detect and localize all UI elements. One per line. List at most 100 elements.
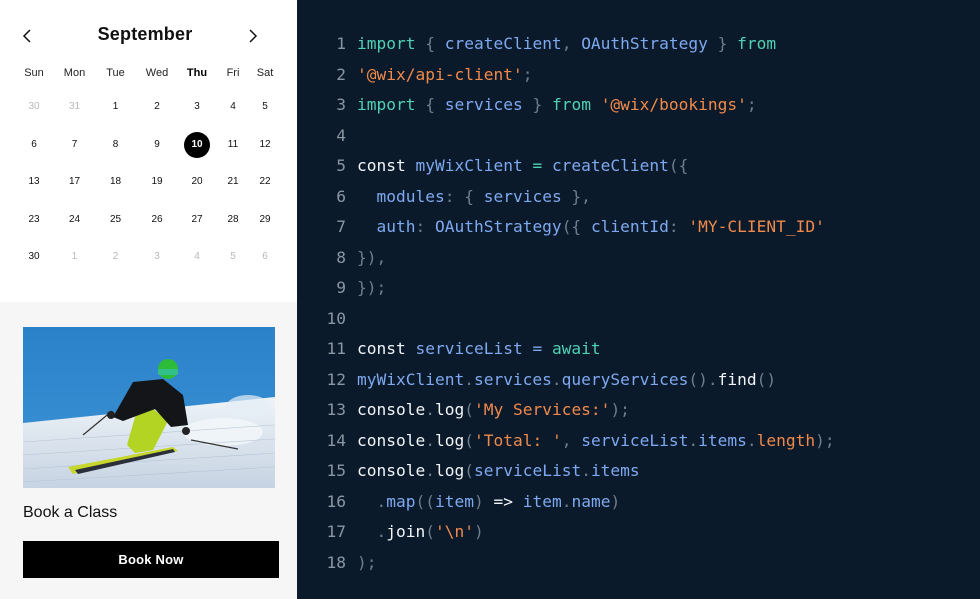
- code-token: log: [434, 461, 465, 480]
- calendar-day[interactable]: 1: [95, 94, 136, 120]
- calendar-day[interactable]: 4: [178, 244, 216, 270]
- calendar-day[interactable]: 31: [54, 94, 95, 120]
- class-photo: [23, 327, 275, 488]
- calendar-day[interactable]: 21: [216, 169, 250, 195]
- calendar-day-number: 30: [28, 101, 40, 112]
- calendar-day[interactable]: 5: [216, 244, 250, 270]
- code-token: 'My Services:': [473, 400, 611, 419]
- calendar-day[interactable]: 9: [136, 132, 178, 158]
- calendar-day[interactable]: 8: [95, 132, 136, 158]
- code-token: .: [464, 369, 474, 389]
- calendar-day-number: 18: [109, 176, 122, 187]
- code-token: (: [425, 522, 435, 541]
- calendar-day[interactable]: 25: [95, 207, 136, 233]
- calendar-day[interactable]: 28: [216, 207, 250, 233]
- calendar-day-number: 30: [28, 251, 40, 262]
- calendar-day[interactable]: 30: [14, 244, 54, 270]
- code-token: auth: [376, 217, 416, 236]
- calendar-day[interactable]: 4: [216, 94, 250, 120]
- calendar-day[interactable]: 26: [136, 207, 178, 233]
- code-token: .: [581, 461, 591, 480]
- code-token: );: [815, 430, 835, 450]
- calendar-day[interactable]: 5: [250, 94, 280, 120]
- line-number: 2: [336, 64, 346, 84]
- line-number: 4: [336, 125, 346, 145]
- code-token: (: [464, 430, 474, 450]
- calendar-day[interactable]: 23: [14, 207, 54, 233]
- calendar-day-number: 1: [71, 251, 78, 262]
- calendar-day[interactable]: 17: [54, 169, 95, 195]
- code-token: serviceList: [415, 339, 523, 358]
- line-number: 9: [336, 278, 346, 297]
- weekday-header-row: Sun Mon Tue Wed Thu Fri Sat: [14, 67, 280, 83]
- code-token: ): [473, 522, 484, 541]
- book-now-button[interactable]: Book Now: [23, 541, 279, 578]
- calendar-day-number: 2: [112, 251, 119, 262]
- code-token: items: [590, 461, 640, 480]
- calendar-day[interactable]: 27: [178, 207, 216, 233]
- code-token: (): [756, 369, 777, 389]
- code-token: :: [415, 217, 435, 236]
- calendar-day[interactable]: 3: [178, 94, 216, 120]
- code-token: item: [435, 491, 474, 511]
- code-token: services: [483, 186, 562, 206]
- calendar-day[interactable]: 30: [14, 94, 54, 120]
- calendar-day[interactable]: 6: [250, 244, 280, 270]
- next-month-button[interactable]: [241, 22, 265, 50]
- code-token: .: [357, 522, 387, 541]
- code-token: length: [756, 430, 816, 450]
- code-token: name: [571, 491, 611, 511]
- code-token: item: [522, 491, 562, 511]
- code-token: .: [425, 400, 435, 419]
- code-token: .: [746, 430, 757, 450]
- calendar-day[interactable]: 18: [95, 169, 136, 195]
- calendar-day[interactable]: 19: [136, 169, 178, 195]
- code-token: =: [532, 156, 543, 175]
- code-token: console: [357, 430, 426, 450]
- calendar-day[interactable]: 12: [250, 132, 280, 158]
- line-number: 7: [336, 217, 346, 236]
- code-line: 5 const myWixClient = createClient({: [297, 151, 980, 182]
- code-token: ({: [668, 156, 689, 175]
- calendar-day-number: 7: [71, 139, 78, 150]
- code-token: ,: [561, 430, 582, 450]
- calendar-day-number: 24: [68, 214, 81, 225]
- calendar-day[interactable]: 2: [136, 94, 178, 120]
- calendar-day-number: 27: [191, 214, 203, 225]
- calendar-day[interactable]: 3: [136, 244, 178, 270]
- code-line: 4: [297, 121, 980, 152]
- code-token: '@wix/bookings': [600, 95, 747, 114]
- code-token: ;: [746, 95, 757, 114]
- code-token: queryServices: [561, 369, 689, 389]
- calendar-day-number: 9: [154, 139, 160, 150]
- code-token: from: [737, 34, 777, 53]
- calendar-day-number: 22: [259, 176, 271, 187]
- calendar-day-selected[interactable]: 10: [178, 132, 216, 158]
- calendar-day[interactable]: 6: [14, 132, 54, 158]
- code-token: import: [357, 34, 416, 53]
- skier-image: [23, 327, 275, 488]
- code-token: =>: [493, 491, 513, 511]
- calendar-day[interactable]: 24: [54, 207, 95, 233]
- line-number: 1: [336, 34, 346, 53]
- code-token: {: [415, 34, 445, 53]
- line-number: 12: [326, 369, 347, 389]
- calendar-day[interactable]: 1: [54, 244, 95, 270]
- code-line: 1 import { createClient, OAuthStrategy } …: [297, 29, 980, 60]
- calendar-day[interactable]: 11: [216, 132, 250, 158]
- weekday-label: Sun: [24, 67, 44, 79]
- calendar-day[interactable]: 22: [250, 169, 280, 195]
- code-token: const: [357, 339, 406, 358]
- weekday-label: Mon: [63, 67, 86, 79]
- code-line: 9});: [297, 273, 980, 304]
- calendar-day-number: 13: [28, 176, 40, 187]
- calendar-day[interactable]: 13: [14, 169, 54, 195]
- calendar-day[interactable]: 7: [54, 132, 95, 158]
- calendar-day[interactable]: 2: [95, 244, 136, 270]
- calendar-day[interactable]: 29: [250, 207, 280, 233]
- code-line: 12 myWixClient.services.queryServices().f…: [297, 365, 980, 396]
- calendar-day[interactable]: 20: [178, 169, 216, 195]
